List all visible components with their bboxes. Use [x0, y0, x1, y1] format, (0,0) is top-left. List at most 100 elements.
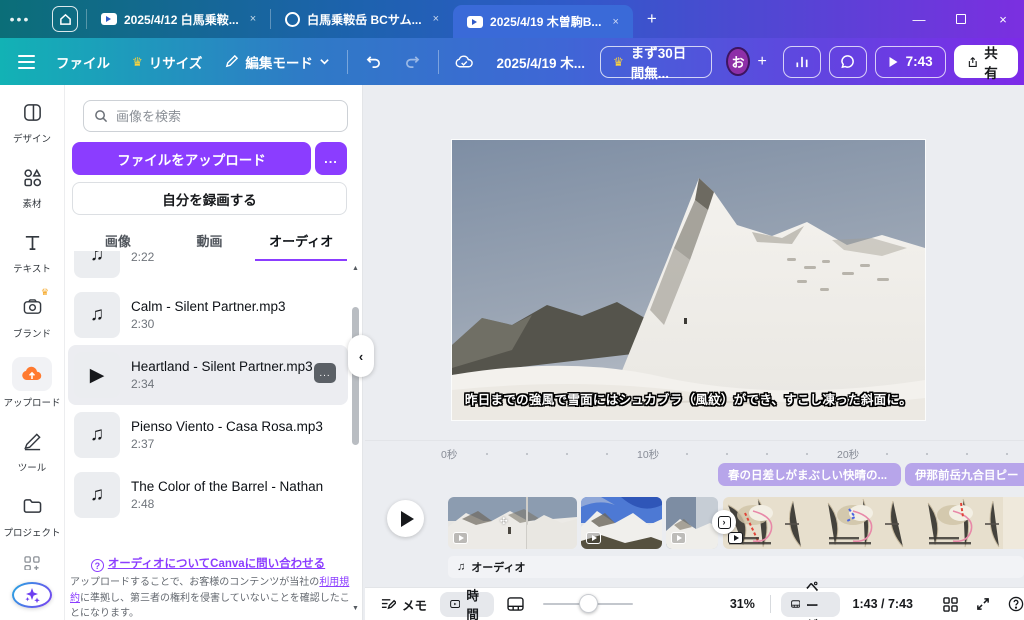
share-button[interactable]: 共有: [954, 45, 1018, 78]
bar-chart-icon: [794, 54, 810, 69]
browser-tab-2[interactable]: 白馬乗鞍岳 BCサム... ×: [271, 0, 453, 38]
timeline-divider: [365, 440, 1024, 441]
sidebar-item-design[interactable]: デザイン: [2, 97, 62, 145]
fullscreen-icon[interactable]: [967, 597, 999, 611]
notes-icon: [380, 597, 396, 611]
app-sidebar: デザイン 素材 テキスト ♛ ブランド アップロード ツール プロジェクト: [0, 85, 65, 620]
minimize-button[interactable]: —: [898, 0, 940, 38]
brand-icon: ♛: [13, 292, 51, 322]
map-clip[interactable]: [723, 497, 1024, 549]
search-input[interactable]: [116, 109, 316, 124]
item-more-button[interactable]: ...: [314, 363, 336, 383]
music-note-icon: ♫: [74, 251, 120, 278]
clip-marker-icon: ✣: [500, 516, 508, 527]
audio-track[interactable]: ♫ オーディオ: [448, 556, 1024, 578]
list-item[interactable]: ♫ The Color of the Barrel - Nathan M... …: [68, 465, 348, 525]
zoom-percent[interactable]: 31%: [721, 597, 764, 611]
apps-icon[interactable]: [23, 556, 41, 574]
timeline-play-button[interactable]: [387, 500, 424, 537]
video-clip-2[interactable]: [581, 497, 662, 549]
sidebar-item-text[interactable]: テキスト: [2, 227, 62, 275]
playback-position: 1:43 / 7:43: [844, 597, 922, 611]
sidebar-item-tools[interactable]: ツール: [2, 426, 62, 474]
close-tab-icon[interactable]: ×: [246, 11, 260, 27]
play-icon[interactable]: ▶: [74, 352, 120, 398]
crown-badge-icon: ♛: [41, 287, 49, 298]
time-view-button[interactable]: 時間: [440, 592, 494, 617]
sidebar-item-projects[interactable]: プロジェクト: [2, 491, 62, 539]
help-icon[interactable]: [999, 596, 1024, 612]
text-icon: [13, 227, 51, 257]
upload-more-button[interactable]: ...: [315, 142, 347, 175]
new-tab-button[interactable]: +: [647, 9, 657, 29]
comment-icon: [840, 54, 856, 69]
video-badge-icon: [671, 532, 686, 544]
close-tab-icon[interactable]: ×: [608, 14, 622, 30]
caption-pill[interactable]: 春の日差しがまぶしい快晴の...: [718, 463, 901, 486]
list-item-selected[interactable]: ▶ Heartland - Silent Partner.mp3 2:34 ..…: [68, 345, 348, 405]
caption-pill[interactable]: 伊那前岳九合目ピー: [905, 463, 1024, 486]
trial-button[interactable]: ♛まず30日間無...: [600, 46, 712, 78]
mountain-video-frame: [452, 140, 925, 420]
status-bar: メモ 時間 31% ページ 1:43 / 7:43: [365, 587, 1024, 620]
play-preview-button[interactable]: 7:43: [875, 46, 946, 78]
video-clip-3[interactable]: [666, 497, 718, 549]
music-note-icon: ♫: [457, 561, 465, 573]
close-tab-icon[interactable]: ×: [429, 11, 443, 27]
scroll-up-icon[interactable]: ▲: [352, 265, 359, 272]
search-icon: [94, 109, 108, 123]
list-item[interactable]: ♫ 2:22: [68, 251, 348, 285]
scroll-down-icon[interactable]: ▼: [352, 605, 359, 612]
audio-help-link[interactable]: ?オーディオについてCanvaに問い合わせる: [65, 555, 351, 572]
sidebar-item-uploads[interactable]: アップロード: [2, 357, 62, 409]
maximize-button[interactable]: [940, 0, 982, 38]
sidebar-item-elements[interactable]: 素材: [2, 162, 62, 210]
chevron-down-icon: [319, 56, 330, 67]
timeline-ruler[interactable]: 0秒 10秒 20秒: [365, 447, 1024, 463]
resize-menu[interactable]: ♛リサイズ: [121, 52, 213, 72]
design-icon: [13, 97, 51, 127]
browser-tab-3-active[interactable]: 2025/4/19 木曽駒B... ×: [453, 5, 633, 38]
storyboard-view-icon[interactable]: [498, 597, 533, 611]
menu-icon[interactable]: [18, 55, 35, 69]
notes-button[interactable]: メモ: [371, 595, 436, 614]
video-canvas[interactable]: 昨日までの強風で雪面にはシュカブラ（風紋）ができ、すこし凍った斜面に。: [452, 140, 925, 420]
zoom-slider-knob[interactable]: [579, 594, 598, 613]
audio-file-list: ♫ 2:22 ♫ Calm - Silent Partner.mp3 2:30 …: [65, 251, 351, 551]
list-item[interactable]: ♫ Pienso Viento - Casa Rosa.mp3 2:37: [68, 405, 348, 465]
sidebar-item-brand[interactable]: ♛ ブランド: [2, 292, 62, 340]
browser-tab-1[interactable]: 2025/4/12 白馬乗鞍... ×: [87, 0, 270, 38]
browser-menu-icon[interactable]: •••: [0, 11, 40, 27]
clip-expand-button[interactable]: ›: [712, 510, 736, 534]
close-window-button[interactable]: ×: [982, 0, 1024, 38]
canva-assistant-button[interactable]: [12, 582, 52, 608]
pencil-icon: [224, 54, 239, 69]
tab-title: 白馬乗鞍岳 BCサム...: [307, 11, 421, 28]
home-icon[interactable]: [52, 6, 78, 32]
undo-button[interactable]: [354, 54, 393, 69]
list-item[interactable]: ♫ Calm - Silent Partner.mp3 2:30: [68, 285, 348, 345]
video-file-icon: [467, 16, 483, 28]
upload-cloud-icon: [12, 357, 52, 391]
crown-icon: ♛: [613, 55, 624, 69]
upload-disclaimer: アップロードすることで、お客様のコンテンツが当社の利用規約に準拠し、第三者の権利…: [70, 575, 350, 620]
video-badge-icon: [586, 532, 601, 544]
redo-button[interactable]: [393, 54, 432, 69]
avatar[interactable]: お: [726, 47, 749, 76]
file-menu[interactable]: ファイル: [45, 52, 121, 72]
edit-mode-menu[interactable]: 編集モード: [213, 52, 341, 72]
panel-collapse-handle[interactable]: ‹: [348, 335, 374, 377]
add-member-button[interactable]: +: [754, 51, 771, 73]
play-icon: [888, 56, 899, 68]
record-yourself-button[interactable]: 自分を録画する: [72, 182, 347, 215]
video-clip-1[interactable]: ✣: [448, 497, 577, 549]
grid-view-icon[interactable]: [934, 597, 967, 612]
zoom-slider[interactable]: [543, 594, 633, 614]
pages-view-button[interactable]: ページ: [781, 592, 840, 617]
insights-button[interactable]: [783, 46, 821, 78]
document-title[interactable]: 2025/4/19 木...: [485, 52, 596, 72]
search-box[interactable]: [83, 100, 348, 132]
comments-button[interactable]: [829, 46, 867, 78]
upload-files-button[interactable]: ファイルをアップロード: [72, 142, 311, 175]
subtitle-text[interactable]: 昨日までの強風で雪面にはシュカブラ（風紋）ができ、すこし凍った斜面に。: [452, 389, 925, 408]
